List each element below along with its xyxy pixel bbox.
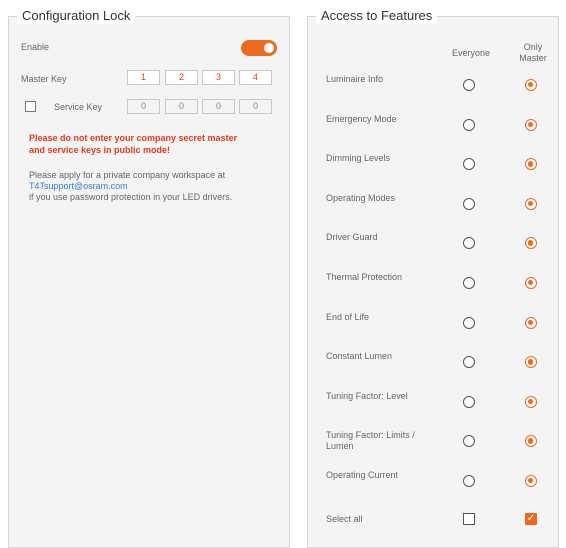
feature-label: Luminaire Info [326, 74, 384, 84]
everyone-radio[interactable] [463, 435, 475, 448]
master-key-label: Master Key [21, 74, 67, 84]
only-master-radio[interactable] [525, 197, 537, 210]
everyone-radio[interactable] [463, 197, 475, 210]
info-message: Please apply for a private company works… [29, 170, 232, 203]
enable-toggle[interactable] [241, 40, 277, 56]
service-key-digit-1[interactable]: 0 [127, 99, 160, 114]
warning-line-2: and service keys in public mode! [29, 145, 171, 155]
master-key-digit-4[interactable]: 4 [239, 70, 272, 85]
only-master-radio[interactable] [525, 395, 537, 408]
everyone-radio[interactable] [463, 79, 475, 91]
feature-label: Dimming Levels [326, 153, 391, 164]
only-master-radio[interactable] [525, 435, 537, 448]
feature-label: End of Life [326, 311, 370, 322]
warning-message: Please do not enter your company secret … [29, 132, 237, 156]
everyone-radio[interactable] [463, 356, 475, 369]
master-key-digit-3[interactable]: 3 [202, 70, 235, 85]
enable-label: Enable [21, 42, 50, 52]
only-master-radio[interactable] [525, 475, 537, 487]
everyone-radio[interactable] [463, 237, 475, 250]
master-key-digit-1[interactable]: 1 [127, 70, 160, 85]
everyone-radio[interactable] [463, 158, 475, 171]
only-master-radio[interactable] [525, 118, 537, 131]
only-master-radio[interactable] [525, 237, 537, 250]
only-master-radio[interactable] [525, 356, 537, 369]
only-master-radio[interactable] [525, 158, 537, 171]
col-header-everyone: Everyone [451, 48, 491, 58]
feature-label: Thermal Protection [326, 272, 403, 282]
master-key-digit-2[interactable]: 2 [165, 70, 198, 85]
everyone-radio[interactable] [463, 118, 475, 131]
service-key-digit-4[interactable]: 0 [239, 99, 272, 114]
feature-label: Constant Lumen [326, 351, 393, 362]
everyone-radio[interactable] [463, 475, 475, 487]
only-master-radio[interactable] [525, 316, 537, 329]
only-master-radio[interactable] [525, 79, 537, 91]
feature-label: Emergency Mode [326, 113, 397, 124]
toggle-knob [264, 43, 274, 53]
info-line-1: Please apply for a private company works… [29, 170, 226, 180]
col-header-only-master: Only Master [519, 42, 547, 63]
everyone-radio[interactable] [463, 395, 475, 408]
feature-label: Operating Current [326, 470, 399, 480]
configuration-lock-panel: Configuration Lock Enable Master Key 1 2… [8, 8, 290, 548]
service-key-checkbox[interactable] [25, 101, 36, 112]
feature-label: Tuning Factor: Level [326, 390, 408, 401]
everyone-radio[interactable] [463, 316, 475, 329]
access-to-features-title: Access to Features [316, 8, 438, 24]
feature-label: Operating Modes [326, 192, 396, 203]
select-all-everyone-checkbox[interactable] [463, 513, 475, 525]
only-master-radio[interactable] [525, 277, 537, 289]
info-line-2: if you use password protection in your L… [29, 192, 233, 202]
everyone-radio[interactable] [463, 277, 475, 289]
service-key-label: Service Key [54, 102, 103, 112]
feature-label: Tuning Factor: Limits / Lumen [326, 430, 415, 452]
select-all-label: Select all [326, 514, 363, 524]
access-to-features-panel: Access to Features Everyone Only Master … [307, 8, 559, 548]
warning-line-1: Please do not enter your company secret … [29, 133, 238, 143]
select-all-only-master-checkbox[interactable]: ✓ [525, 513, 537, 525]
service-key-digit-3[interactable]: 0 [202, 99, 235, 114]
service-key-digit-2[interactable]: 0 [165, 99, 198, 114]
configuration-lock-title: Configuration Lock [17, 8, 136, 24]
support-email-link[interactable]: T4Tsupport@osram.com [29, 181, 232, 192]
feature-label: Driver Guard [326, 232, 378, 243]
